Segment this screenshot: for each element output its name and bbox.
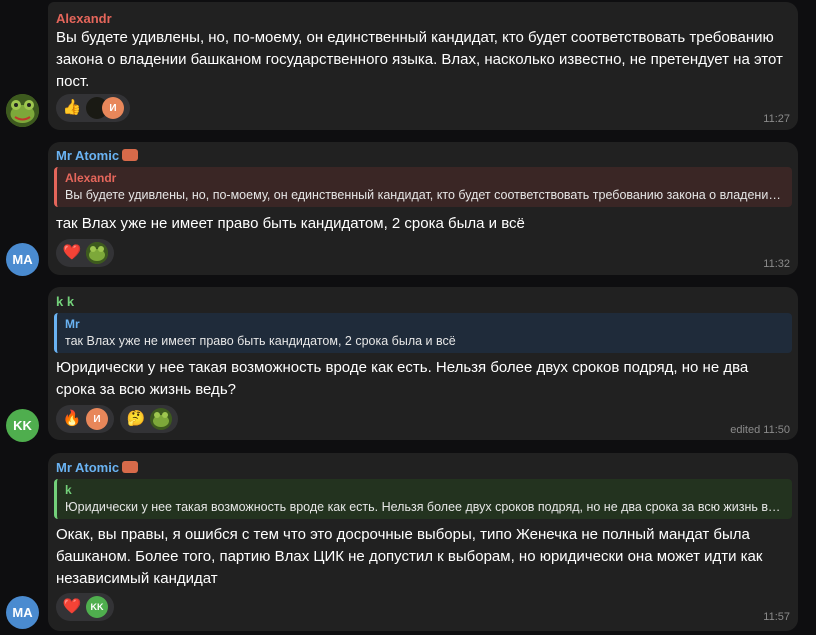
reply-quote[interactable]: Alexandr Вы будете удивлены, но, по-моем… xyxy=(54,167,792,207)
message-bubble[interactable]: Alexandr Вы будете удивлены, но, по-моем… xyxy=(48,2,798,130)
message-text: Юридически у нее такая возможность вроде… xyxy=(56,359,749,398)
reply-text: Вы будете удивлены, но, по-моему, он еди… xyxy=(65,188,784,202)
reactor-avatar xyxy=(150,408,172,430)
reaction-fire[interactable]: 🔥 И xyxy=(56,405,114,433)
avatar[interactable]: MA xyxy=(6,243,39,276)
reply-sender: Mr xyxy=(65,317,80,331)
message-time: 11:27 xyxy=(763,113,790,125)
reaction-heart[interactable]: ❤️ KK xyxy=(56,593,114,621)
heart-icon: ❤️ xyxy=(62,244,82,261)
reactions: ❤️ KK xyxy=(56,593,114,621)
reactions: 🔥 И 🤔 xyxy=(56,405,178,433)
message-time: edited 11:50 xyxy=(730,424,790,436)
message-text: Окак, вы правы, я ошибся с тем что это д… xyxy=(56,526,763,587)
sender-name[interactable]: Mr Atomic xyxy=(56,460,139,475)
reactor-avatar: KK xyxy=(86,596,108,618)
message-time: 11:57 xyxy=(763,611,790,623)
frog-avatar-icon xyxy=(86,242,108,264)
message-time: 11:32 xyxy=(763,258,790,270)
avatar[interactable]: KK xyxy=(6,409,39,442)
avatar[interactable] xyxy=(6,94,39,127)
reactor-avatar: И xyxy=(102,97,124,119)
frog-avatar-icon xyxy=(150,408,172,430)
reactor-avatar xyxy=(86,242,108,264)
cat-emoji-icon xyxy=(122,461,139,473)
sender-name[interactable]: Alexandr xyxy=(56,11,112,26)
reactor-avatar: И xyxy=(86,408,108,430)
avatar[interactable]: MA xyxy=(6,596,39,629)
fire-icon: 🔥 xyxy=(62,410,82,427)
reply-text: так Влах уже не имеет право быть кандида… xyxy=(65,334,456,348)
heart-icon: ❤️ xyxy=(62,598,82,615)
sender-name[interactable]: Mr Atomic xyxy=(56,148,139,163)
thinking-icon: 🤔 xyxy=(126,410,146,427)
reactions: 👍 И xyxy=(56,94,130,122)
reaction-heart[interactable]: ❤️ xyxy=(56,239,114,267)
reply-sender: k xyxy=(65,483,72,497)
reaction-thinking[interactable]: 🤔 xyxy=(120,405,178,433)
frog-avatar-icon xyxy=(6,94,39,127)
reply-sender: Alexandr xyxy=(65,171,117,185)
cat-emoji-icon xyxy=(122,149,139,161)
reaction-thumbs-up[interactable]: 👍 И xyxy=(56,94,130,122)
message-bubble[interactable]: Mr Atomic Alexandr Вы будете удивлены, н… xyxy=(48,142,798,275)
reactions: ❤️ xyxy=(56,239,114,267)
message-text: Вы будете удивлены, но, по-моему, он еди… xyxy=(56,29,783,90)
message-bubble[interactable]: Mr Atomic k Юридически у нее такая возмо… xyxy=(48,453,798,631)
message-bubble[interactable]: k k Mr так Влах уже не имеет право быть … xyxy=(48,287,798,440)
sender-name[interactable]: k k xyxy=(56,294,74,309)
thumbs-up-icon: 👍 xyxy=(62,99,82,116)
reply-quote[interactable]: k Юридически у нее такая возможность вро… xyxy=(54,479,792,519)
message-text: так Влах уже не имеет право быть кандида… xyxy=(56,215,525,232)
reply-quote[interactable]: Mr так Влах уже не имеет право быть канд… xyxy=(54,313,792,353)
reply-text: Юридически у нее такая возможность вроде… xyxy=(65,500,784,514)
